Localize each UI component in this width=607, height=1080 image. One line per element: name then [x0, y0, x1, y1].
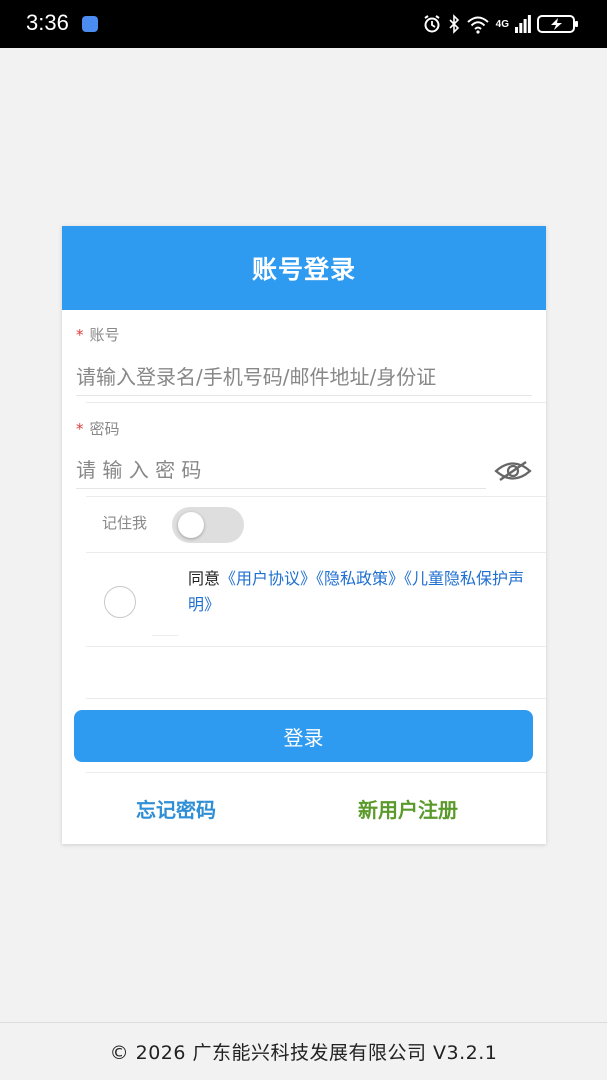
- required-mark: *: [76, 420, 84, 438]
- signal-icon: [515, 15, 531, 33]
- divider: [86, 496, 546, 497]
- required-mark: *: [76, 326, 84, 344]
- forgot-password-link[interactable]: 忘记密码: [136, 794, 216, 823]
- password-label-text: 密码: [89, 420, 120, 438]
- usb-icon: [82, 16, 98, 32]
- divider: [86, 698, 546, 699]
- status-icons: 4G: [422, 12, 579, 36]
- account-input[interactable]: 请输入登录名/手机号码/邮件地址/身份证: [76, 358, 532, 396]
- bluetooth-icon: [449, 14, 459, 34]
- toggle-knob: [178, 512, 204, 538]
- remember-toggle[interactable]: [172, 507, 244, 543]
- user-agreement-link[interactable]: 《用户协议》: [220, 569, 316, 588]
- login-button[interactable]: 登录: [74, 710, 533, 762]
- account-label: * 账号: [76, 324, 120, 345]
- copyright-text: © 2026 广东能兴科技发展有限公司 V3.2.1: [109, 1042, 498, 1064]
- network-type: 4G: [495, 18, 509, 30]
- battery-charging-icon: [537, 15, 578, 33]
- status-bar: 3:36 4G: [0, 0, 607, 48]
- divider: [152, 635, 178, 636]
- password-label: * 密码: [76, 418, 120, 439]
- footer: © 2026 广东能兴科技发展有限公司 V3.2.1: [0, 1022, 607, 1080]
- divider: [86, 552, 546, 553]
- agreement-prefix: 同意: [188, 569, 221, 588]
- page-title: 账号登录: [251, 255, 356, 284]
- agreement-checkbox[interactable]: [104, 586, 136, 618]
- wifi-icon: [466, 16, 489, 34]
- card-header: 账号登录: [62, 226, 546, 310]
- remember-label: 记住我: [102, 514, 148, 532]
- password-input[interactable]: 请 输 入 密 码: [76, 451, 486, 489]
- agreement-text: 同意《用户协议》《隐私政策》《儿童隐私保护声明》: [188, 566, 528, 618]
- login-card: 账号登录 * 账号 请输入登录名/手机号码/邮件地址/身份证 * 密码 请 输 入 …: [62, 226, 546, 844]
- alarm-icon: [424, 15, 440, 33]
- account-label-text: 账号: [89, 326, 120, 344]
- privacy-policy-link[interactable]: 《隐私政策》: [316, 569, 404, 588]
- divider: [86, 646, 546, 647]
- status-time: 3:36: [26, 10, 69, 35]
- eye-off-icon[interactable]: [494, 460, 532, 482]
- divider: [86, 402, 546, 403]
- register-link[interactable]: 新用户注册: [358, 794, 458, 823]
- divider: [86, 772, 546, 773]
